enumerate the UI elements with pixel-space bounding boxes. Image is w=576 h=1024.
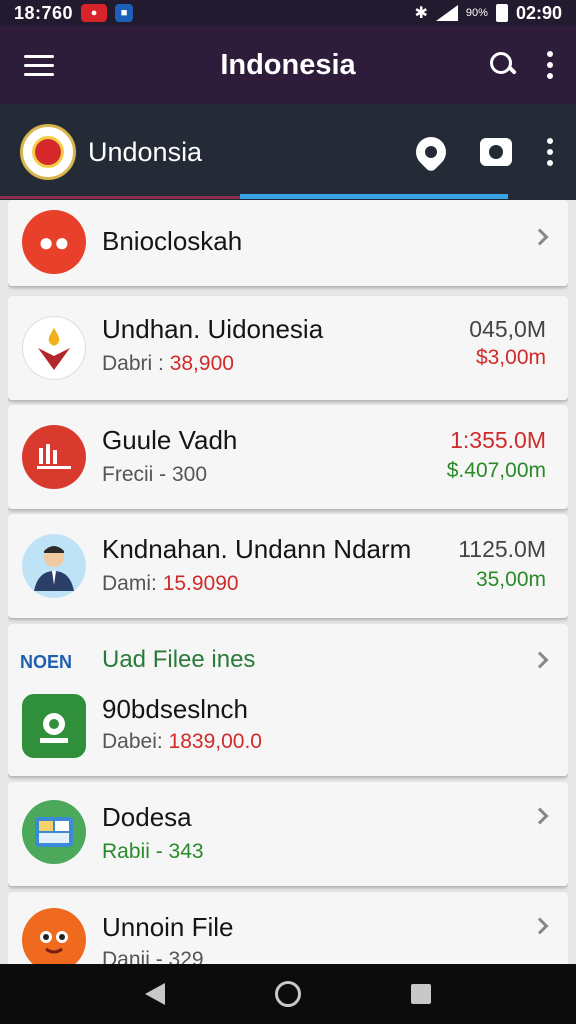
sub-overflow-menu-icon[interactable]	[546, 138, 554, 166]
item-subtitle: Dabei: 1839,00.0	[102, 730, 262, 754]
status-time: 18:760	[14, 2, 74, 23]
item-title: Kndnahan. Undann Ndarm	[102, 534, 412, 564]
item-subtitle: Frecii - 300	[102, 463, 208, 486]
list-item[interactable]: Undhan. Uidonesia Dabri : 38,900 045,0M …	[8, 296, 568, 400]
back-icon[interactable]	[145, 983, 165, 1005]
notification-app-icon: ●	[81, 4, 108, 22]
chevron-right-icon	[531, 651, 549, 669]
bluetooth-icon: ✱	[414, 5, 428, 22]
item-title: Bniocloskah	[102, 226, 243, 256]
item-subtitle-value: 38,900	[169, 352, 234, 375]
robot-logo-icon	[22, 694, 86, 758]
item-subtitle-label: Dabri :	[102, 352, 164, 375]
tab-indicator	[240, 194, 508, 199]
item-subtitle: Danii - 329	[102, 948, 204, 964]
chart-logo-icon	[22, 425, 86, 489]
fox-face-icon: ●●	[22, 210, 86, 274]
menu-icon[interactable]	[24, 54, 54, 76]
item-amount-sub: 35,00m	[475, 568, 546, 591]
app-bar: Indonesia	[0, 26, 576, 104]
item-subtitle-label: Dabei:	[102, 730, 163, 753]
item-title: Unnoin File	[102, 912, 234, 942]
notification-mail-icon: ■	[115, 4, 134, 22]
battery-icon	[495, 4, 508, 22]
overflow-menu-icon[interactable]	[546, 51, 554, 79]
list-item[interactable]: Dodesa Rabii - 343	[8, 782, 568, 886]
item-subtitle-label: Dami:	[102, 572, 157, 595]
item-amount: 1125.0M	[458, 536, 546, 562]
list-item[interactable]: ●● Bniocloskah	[8, 200, 568, 286]
item-amount-sub: $3,00m	[475, 346, 546, 369]
status-clock: 02:90	[515, 2, 562, 23]
item-subtitle-value: 15.9090	[162, 572, 239, 595]
item-subtitle: Rabii - 343	[102, 840, 204, 863]
item-subtitle-value: 1839,00.0	[168, 730, 262, 753]
search-icon[interactable]	[488, 50, 518, 80]
item-title: 90bdseslnch	[102, 694, 248, 724]
chevron-right-icon	[531, 807, 549, 825]
tablet-app-icon	[22, 800, 86, 864]
sub-toolbar: Undonsia	[0, 104, 576, 200]
home-icon[interactable]	[275, 981, 301, 1007]
cartoon-face-icon	[22, 908, 86, 964]
recents-icon[interactable]	[411, 984, 431, 1004]
person-avatar-icon	[22, 534, 86, 598]
status-bar: 18:760 ● ■ ✱ 90% 02:90	[0, 0, 576, 26]
item-amount: 045,0M	[469, 316, 546, 342]
torch-logo-icon	[22, 316, 86, 380]
sub-toolbar-title: Undonsia	[88, 136, 203, 167]
item-amount-sub: $.407,00m	[446, 459, 546, 482]
item-amount: 1:355.0M	[450, 427, 546, 453]
system-nav-bar	[0, 964, 576, 1024]
chevron-right-icon	[531, 917, 549, 935]
item-title: Guule Vadh	[102, 425, 238, 455]
location-pin-icon[interactable]	[409, 130, 453, 174]
camera-icon[interactable]	[480, 138, 512, 166]
item-list: ●● Bniocloskah Undhan. Uidonesia Dabri :…	[8, 200, 568, 964]
brand-logo: NOEN	[20, 652, 73, 672]
list-item[interactable]: NOEN Uad Filee ines 90bdseslnch Dabei: 1…	[8, 624, 568, 776]
emblem-logo-icon	[20, 124, 76, 180]
list-item[interactable]: Unnoin File Danii - 329	[8, 892, 568, 964]
item-subtitle: Dami: 15.9090	[102, 572, 239, 596]
item-title: Undhan. Uidonesia	[102, 314, 324, 344]
chevron-right-icon	[531, 228, 549, 246]
status-indicators: ✱ 90% 02:90	[415, 3, 562, 24]
list-item[interactable]: Guule Vadh Frecii - 300 1:355.0M $.407,0…	[8, 405, 568, 509]
list-item[interactable]: Kndnahan. Undann Ndarm Dami: 15.9090 112…	[8, 514, 568, 618]
tab-divider	[0, 196, 240, 199]
item-title: Dodesa	[102, 802, 192, 832]
wifi-signal-icon	[435, 5, 458, 21]
item-subtitle: Dabri : 38,900	[102, 352, 234, 376]
battery-percent: 90%	[465, 7, 488, 19]
item-section-header: Uad Filee ines	[102, 646, 256, 673]
